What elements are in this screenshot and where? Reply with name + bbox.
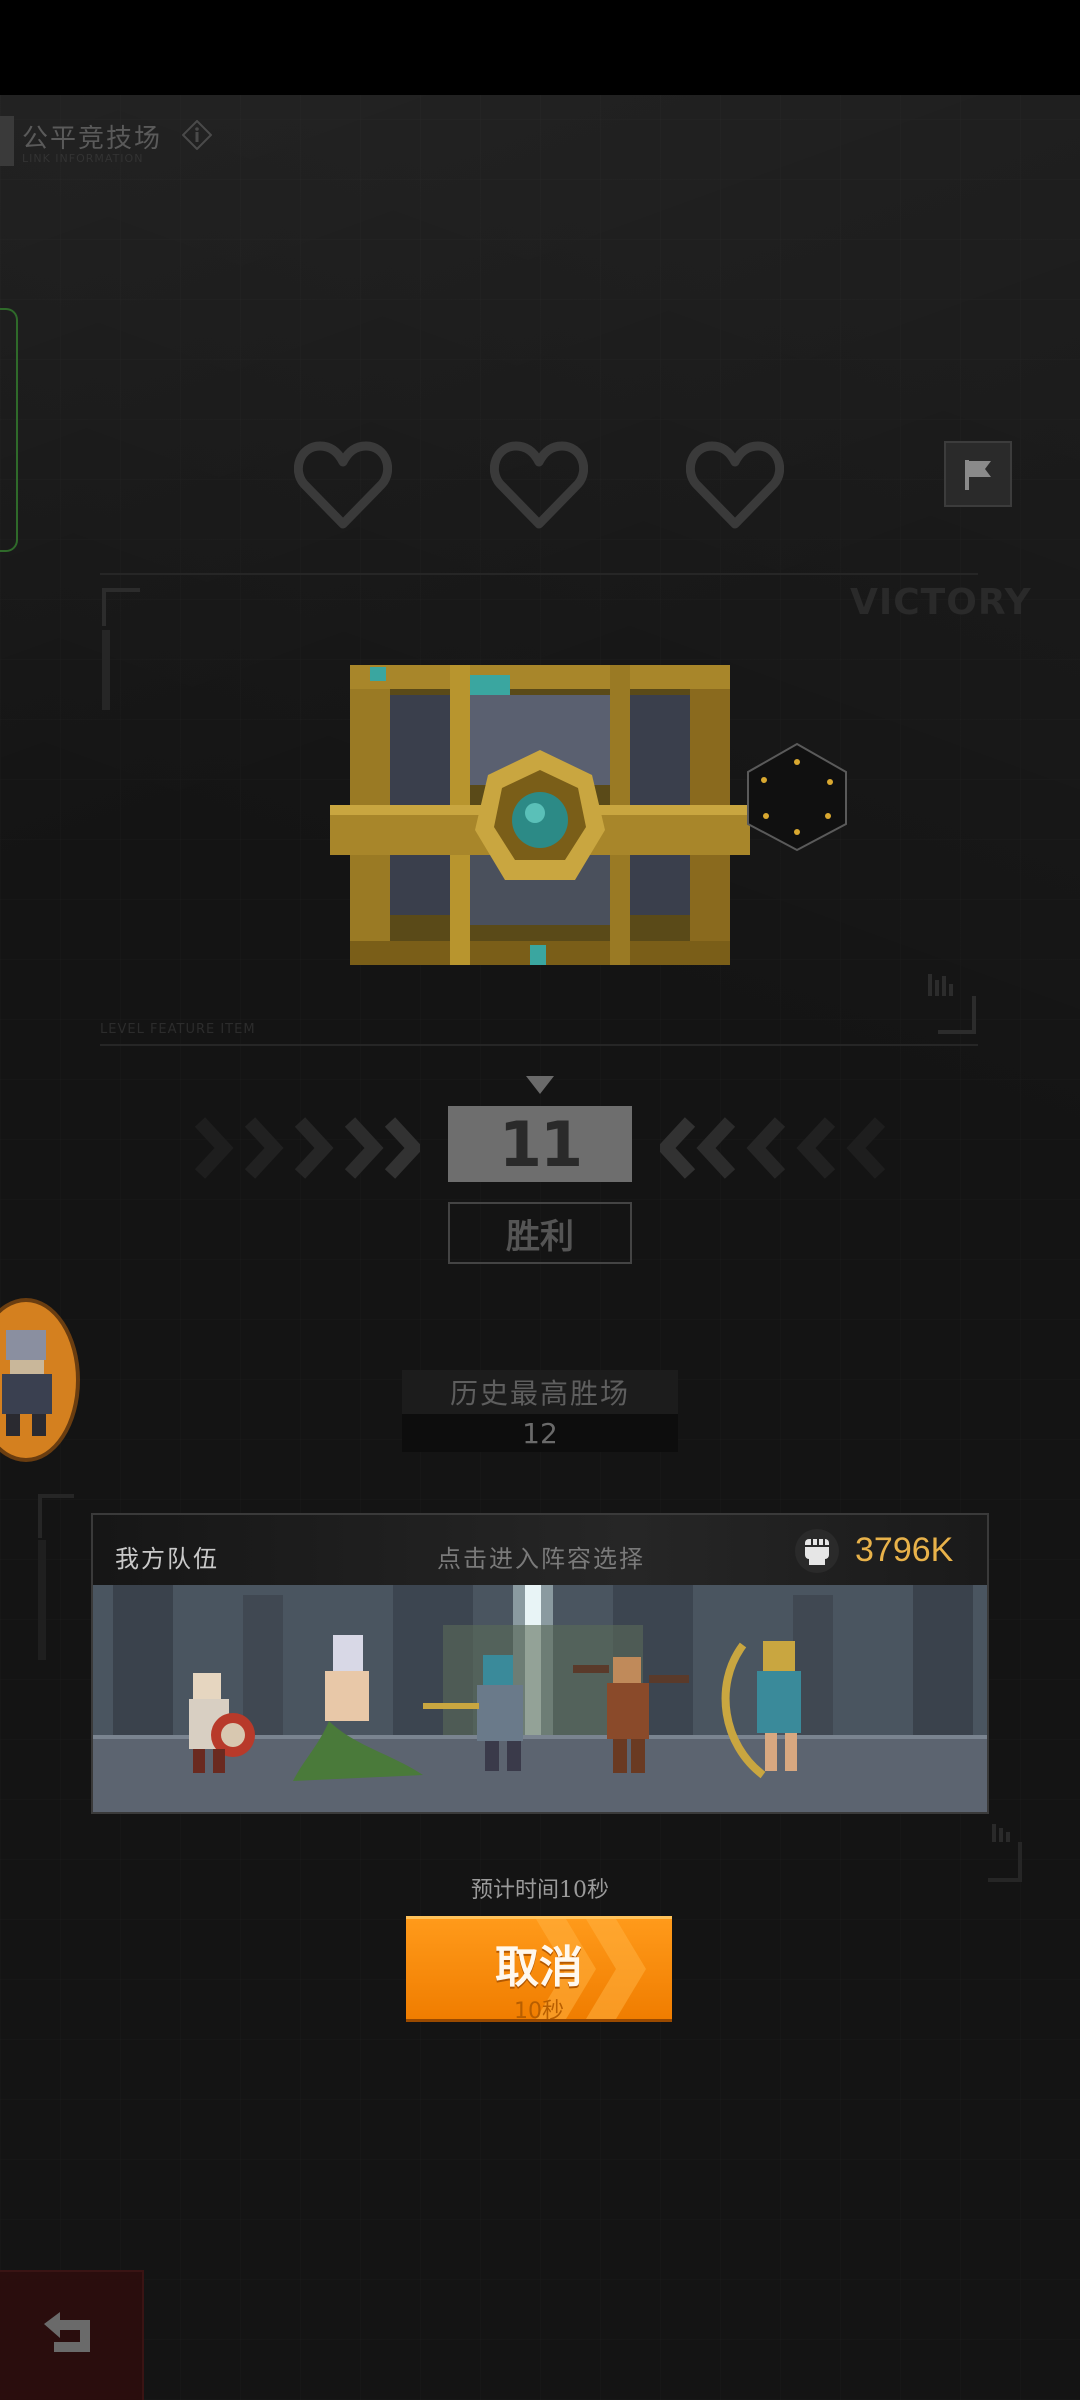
best-record-label: 历史最高胜场 [449,1377,630,1410]
fist-icon [793,1527,841,1575]
cancel-label: 取消 [495,1942,583,1993]
team-hint: 点击进入阵容选择 [437,1545,645,1573]
victory-watermark: VICTORY [850,582,1032,623]
panel-corner-bar [102,630,110,710]
team-label: 我方队伍 [115,1545,219,1573]
best-record-label-box: 历史最高胜场 [402,1370,678,1414]
side-panel-tab[interactable] [0,308,18,552]
page-title: 公平竞技场 [22,124,163,154]
panel-divider [100,1044,978,1046]
team-lineup-panel[interactable]: 我方队伍 点击进入阵容选择 3796K [91,1513,989,1814]
panel-corner-bar [38,1540,46,1660]
rune-hexagon-icon [742,740,852,854]
victory-label: 胜利 [506,1216,574,1257]
signal-bars-icon [926,970,954,998]
panel-corner [38,1494,74,1538]
title-accent-bar [0,116,14,166]
info-icon[interactable] [181,119,213,151]
page-subtitle: LINK INFORMATION [22,152,144,165]
team-heroes-scene [93,1585,987,1812]
heart-icon [490,438,588,532]
best-record-value-box: 12 [402,1414,678,1452]
panel-divider [100,573,978,575]
back-arrow-icon [44,2312,90,2352]
panel-caption: LEVEL FEATURE ITEM [100,1022,256,1037]
panel-corner [102,588,140,626]
wins-counter: 11 [448,1106,632,1182]
status-bar [0,0,1080,95]
back-button[interactable] [0,2270,144,2400]
eta-text: 预计时间10秒 [471,1878,609,1903]
panel-corner [938,996,976,1034]
heart-icon [294,438,392,532]
treasure-chest-icon[interactable] [330,655,750,975]
heart-icon [686,438,784,532]
cancel-matchmaking-button[interactable]: 取消 10秒 [406,1916,672,2022]
chevrons-right-icon [190,1108,424,1188]
signal-bars-icon [990,1820,1014,1844]
chevrons-left-icon [656,1108,890,1188]
best-record-value: 12 [522,1416,558,1450]
flag-icon [965,460,991,490]
pointer-triangle-icon [526,1076,554,1094]
surrender-flag-button[interactable] [944,441,1012,507]
power-value: 3796K [855,1531,954,1569]
wins-value: 11 [498,1107,583,1181]
victory-label-box: 胜利 [448,1202,632,1264]
cancel-timer: 10秒 [514,1999,564,2022]
